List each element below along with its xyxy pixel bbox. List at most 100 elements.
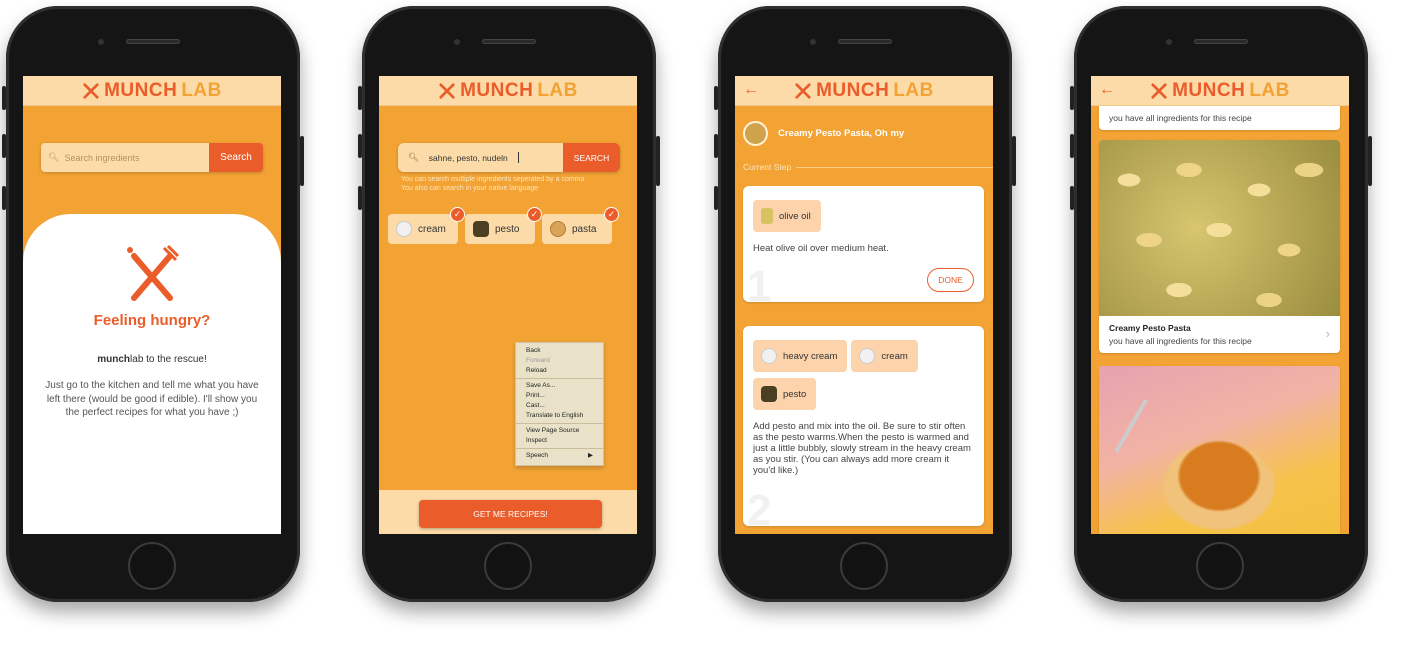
menu-item-forward: Forward (526, 357, 550, 364)
recipe-info: Creamy Pesto Pasta you have all ingredie… (1099, 316, 1340, 353)
menu-item-inspect[interactable]: Inspect (516, 436, 603, 446)
divider-line (796, 166, 993, 168)
step-number: 1 (747, 262, 772, 302)
recipe-image (1099, 140, 1340, 316)
step-card: heavy cream cream pesto Add pesto and mi… (743, 326, 984, 526)
logo-lab: LAB (537, 79, 578, 101)
chip-label: olive oil (779, 210, 811, 222)
ingredient-chip[interactable]: pasta ✓ (542, 207, 619, 244)
crossed-utensils-icon (1151, 82, 1167, 99)
logo-munch: MUNCH (104, 79, 178, 101)
search-button[interactable]: SEARCH (563, 143, 620, 172)
speaker (482, 39, 536, 44)
menu-item-view-source[interactable]: View Page Source (516, 426, 603, 436)
screen-results: you have all ingredients for this recipe… (1091, 76, 1349, 534)
check-icon: ✓ (450, 207, 465, 222)
logo-lab: LAB (181, 79, 222, 101)
menu-item-back[interactable]: Back (516, 346, 603, 356)
chip-label: pesto (495, 223, 520, 235)
ingredient-chip[interactable]: pesto ✓ (465, 207, 542, 244)
back-arrow-icon[interactable]: ← (1099, 81, 1115, 99)
step-text: Add pesto and mix into the oil. Be sure … (753, 421, 971, 476)
menu-item-print[interactable]: Print... (516, 391, 603, 401)
logo-munch: MUNCH (816, 79, 890, 101)
logo: MUNCH LAB (438, 80, 578, 102)
camera (810, 39, 816, 45)
done-button[interactable]: DONE (927, 268, 974, 292)
menu-item-translate[interactable]: Translate to English (516, 411, 603, 421)
step-card: olive oil Heat olive oil over medium hea… (743, 186, 984, 302)
pesto-icon (761, 386, 777, 402)
crossed-utensils-icon (83, 82, 99, 99)
hint-line-2: You also can search in your native langu… (401, 184, 539, 192)
recipe-image (1099, 366, 1340, 534)
menu-item-speech[interactable]: Speech ▶ (516, 451, 603, 461)
bottom-bar: GET ME RECIPES! (379, 490, 637, 534)
cream-icon (859, 348, 876, 364)
search-bar: 🔍︎ Search ingredients Search (41, 143, 263, 172)
menu-divider (516, 448, 603, 449)
logo: MUNCH LAB (1150, 80, 1290, 102)
search-button[interactable]: Search (209, 143, 263, 172)
description: Just go to the kitchen and tell me what … (45, 380, 259, 418)
recipe-title: Creamy Pesto Pasta (1109, 323, 1191, 333)
ingredient-chip: pesto (753, 378, 817, 410)
menu-divider (516, 378, 603, 379)
phone-frame: MUNCH LAB 🔍︎ Search ingredients Search Fe… (2, 6, 304, 602)
camera (454, 39, 460, 45)
olive-oil-icon (761, 208, 773, 224)
chip-label: pesto (783, 388, 807, 400)
search-icon: 🔍︎ (48, 152, 60, 162)
heading: Feeling hungry? (93, 312, 211, 329)
app-header: ← MUNCH LAB (1091, 76, 1349, 106)
rescue-rest: lab to the rescue! (130, 354, 207, 365)
logo-lab: LAB (893, 79, 934, 101)
home-button[interactable] (484, 542, 532, 590)
pasta-icon (550, 221, 566, 237)
crossed-utensils-icon (127, 244, 180, 301)
speech-label: Speech (526, 452, 549, 459)
home-button[interactable] (128, 542, 176, 590)
current-step-label: Current Step (743, 162, 792, 172)
camera (98, 39, 104, 45)
recipe-subtitle: you have all ingredients for this recipe (1109, 113, 1252, 123)
home-button[interactable] (1196, 542, 1244, 590)
search-placeholder: Search ingredients (64, 152, 140, 163)
recipe-avatar (743, 121, 768, 146)
logo-lab: LAB (1249, 79, 1290, 101)
home-button[interactable] (840, 542, 888, 590)
speaker (838, 39, 892, 44)
fork-icon (1114, 399, 1148, 453)
screen-recipe-steps: ← MUNCH LAB Creamy Pesto Pasta, Oh my Cur… (735, 76, 993, 534)
speaker (126, 39, 180, 44)
search-input[interactable]: 🔍︎ sahne, pesto, nudeln (398, 143, 563, 172)
menu-item-reload[interactable]: Reload (516, 366, 603, 376)
step-number: 2 (747, 486, 772, 526)
recipe-subtitle: you have all ingredients for this recipe (1109, 336, 1252, 346)
recipe-card[interactable] (1099, 366, 1340, 534)
cream-icon (396, 221, 412, 237)
phone-frame: MUNCH LAB 🔍︎ sahne, pesto, nudeln SEARCH … (358, 6, 660, 602)
search-input[interactable]: 🔍︎ Search ingredients (41, 143, 209, 172)
menu-item-cast[interactable]: Cast... (516, 401, 603, 411)
logo-munch: MUNCH (1172, 79, 1246, 101)
ingredient-chip[interactable]: cream ✓ (388, 207, 465, 244)
get-recipes-button[interactable]: GET ME RECIPES! (419, 500, 602, 528)
recipe-card[interactable]: Creamy Pesto Pasta you have all ingredie… (1099, 140, 1340, 353)
search-hint: You can search multiple ingredients sepe… (401, 176, 584, 194)
app-header: ← MUNCH LAB (735, 76, 993, 106)
recipe-header: Creamy Pesto Pasta, Oh my (743, 121, 904, 146)
step-text: Heat olive oil over medium heat. (753, 243, 889, 254)
current-step-divider: Current Step (743, 162, 993, 172)
menu-item-save-as[interactable]: Save As... (516, 381, 603, 391)
chip-label: heavy cream (783, 350, 838, 362)
search-bar: 🔍︎ sahne, pesto, nudeln SEARCH (398, 143, 620, 172)
ingredient-chip: heavy cream (753, 340, 848, 372)
submenu-arrow-icon: ▶ (588, 452, 593, 459)
welcome-card: Feeling hungry? munchlab to the rescue! … (23, 214, 281, 534)
rescue-bold: munch (97, 354, 131, 365)
back-arrow-icon[interactable]: ← (743, 81, 759, 99)
menu-divider (516, 423, 603, 424)
rescue-line: munchlab to the rescue! (23, 354, 281, 365)
pesto-icon (473, 221, 489, 237)
